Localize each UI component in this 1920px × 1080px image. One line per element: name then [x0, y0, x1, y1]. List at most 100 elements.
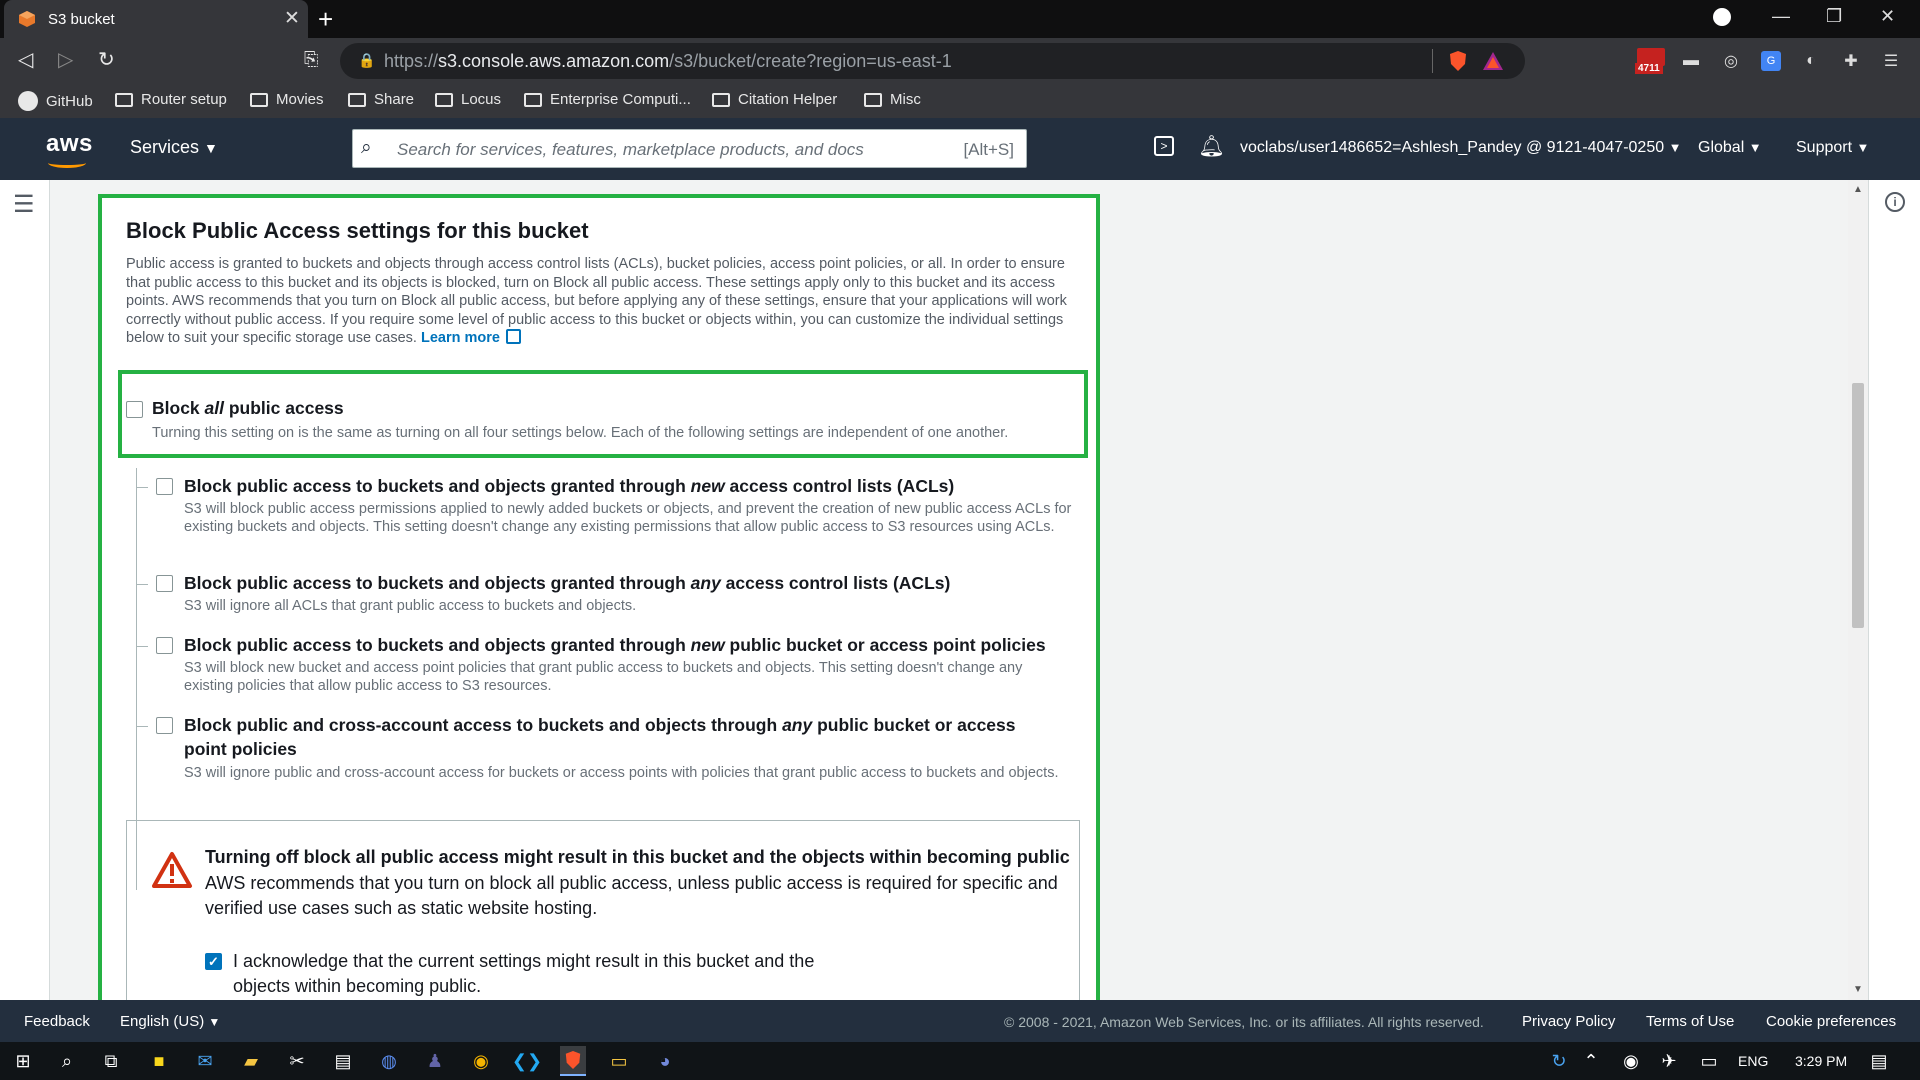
cloudshell-icon[interactable]: > — [1154, 136, 1174, 156]
external-link-icon — [505, 329, 521, 344]
tree-tick — [136, 487, 148, 488]
region-menu[interactable]: Global ▼ — [1698, 139, 1762, 157]
forward-icon[interactable]: ▷ — [58, 47, 73, 72]
tab-title: S3 bucket — [48, 11, 115, 28]
google-translate-icon[interactable]: G — [1758, 48, 1784, 74]
mail-icon[interactable]: ✉ — [192, 1049, 218, 1073]
warning-triangle-icon — [152, 852, 192, 888]
block-new-policies-checkbox[interactable] — [156, 637, 173, 654]
block-all-title: Block all public access — [152, 398, 344, 418]
search-icon[interactable]: ⌕ — [54, 1049, 80, 1073]
aws-footer: Feedback English (US) ▼ © 2008 - 2021, A… — [0, 1000, 1920, 1042]
block-cross-account-description: S3 will ignore public and cross-account … — [184, 765, 1059, 781]
search-icon: ⌕ — [361, 137, 372, 158]
action-center-icon[interactable]: ▤ — [1866, 1049, 1892, 1073]
reload-icon[interactable]: ↻ — [98, 47, 115, 72]
aws-console-nav: aws Services ▼ ⌕ Search for services, fe… — [0, 118, 1920, 180]
clock[interactable]: 3:29 PM — [1795, 1053, 1847, 1069]
sticky-notes-icon[interactable]: ■ — [146, 1049, 172, 1073]
record-tray-icon[interactable]: ◉ — [1618, 1049, 1644, 1073]
bookmark-locus[interactable]: Locus — [435, 91, 501, 108]
privacy-policy-link[interactable]: Privacy Policy — [1522, 1013, 1615, 1030]
bookmark-github[interactable]: GitHub — [18, 91, 93, 111]
notifications-bell-icon[interactable]: 🔔︎ — [1198, 135, 1225, 159]
restore-window-icon[interactable]: ❐ — [1826, 6, 1842, 27]
github-icon — [18, 91, 38, 111]
scrollbar-thumb[interactable] — [1852, 383, 1864, 628]
block-cross-account-checkbox[interactable] — [156, 717, 173, 734]
aws-logo[interactable]: aws — [46, 130, 93, 168]
teams-icon[interactable]: ♟ — [422, 1049, 448, 1073]
bookmark-movies[interactable]: Movies — [250, 91, 324, 108]
battery-icon[interactable]: ▭ — [1696, 1049, 1722, 1073]
network-tray-icon[interactable]: ↻ — [1546, 1049, 1572, 1073]
discord-icon[interactable]: ◕ — [652, 1049, 678, 1073]
scroll-down-icon[interactable]: ▼ — [1853, 984, 1863, 995]
folder-icon — [524, 92, 542, 107]
browser-menu-icon[interactable]: ☰ — [1878, 48, 1904, 74]
services-menu[interactable]: Services ▼ — [130, 137, 218, 158]
block-new-acls-checkbox[interactable] — [156, 478, 173, 495]
vscode-icon[interactable]: ❮❯ — [512, 1049, 542, 1073]
extensions-puzzle-icon[interactable]: ✚ — [1838, 48, 1864, 74]
profile-menu-icon[interactable] — [1713, 8, 1731, 26]
lock-icon: 🔒 — [358, 52, 376, 68]
folder-app-icon[interactable]: ▭ — [606, 1049, 632, 1073]
new-tab-icon[interactable]: + — [318, 4, 333, 35]
search-input[interactable]: ⌕ Search for services, features, marketp… — [352, 129, 1027, 168]
page-scrollbar[interactable]: ▲ ▼ — [1848, 180, 1868, 1000]
block-any-acls-checkbox[interactable] — [156, 575, 173, 592]
hamburger-menu-icon[interactable]: ☰ — [13, 190, 35, 219]
info-icon[interactable]: i — [1885, 192, 1905, 212]
extension-circle-icon[interactable]: ◐ — [1798, 48, 1824, 74]
support-menu[interactable]: Support ▼ — [1796, 139, 1869, 157]
airplane-mode-icon[interactable]: ✈ — [1656, 1049, 1682, 1073]
extension-owl-icon[interactable]: ◎ — [1718, 48, 1744, 74]
address-bar[interactable]: 🔒 https://s3.console.aws.amazon.com/s3/b… — [340, 43, 1525, 79]
block-public-access-card: Block Public Access settings for this bu… — [98, 194, 1100, 1020]
windows-start-icon[interactable]: ⊞ — [10, 1049, 36, 1073]
globe-app-icon[interactable]: ◍ — [376, 1049, 402, 1073]
section-title: Block Public Access settings for this bu… — [126, 218, 589, 243]
language-indicator[interactable]: ENG — [1738, 1053, 1768, 1069]
tree-tick — [136, 584, 148, 585]
bookmark-share[interactable]: Share — [348, 91, 414, 108]
chrome-icon[interactable]: ◉ — [468, 1049, 494, 1073]
task-view-icon[interactable]: ⧉ — [98, 1049, 124, 1073]
main-content: Block Public Access settings for this bu… — [50, 180, 1848, 1020]
feedback-link[interactable]: Feedback — [24, 1013, 90, 1030]
gmail-checker-icon[interactable]: 4711 — [1634, 43, 1668, 77]
scroll-up-icon[interactable]: ▲ — [1853, 184, 1863, 195]
block-all-public-access-option: Block all public access Turning this set… — [118, 370, 1088, 458]
show-hidden-icons[interactable]: ⌃ — [1578, 1049, 1604, 1073]
close-window-icon[interactable]: ✕ — [1880, 6, 1895, 27]
learn-more-link[interactable]: Learn more — [421, 329, 521, 346]
media-app-icon[interactable]: ▤ — [330, 1049, 356, 1073]
bookmark-page-icon[interactable]: ⎘ — [304, 49, 318, 70]
bookmark-router-setup[interactable]: Router setup — [115, 91, 227, 108]
block-all-checkbox[interactable] — [126, 401, 143, 418]
brave-shields-icon[interactable] — [1448, 50, 1468, 72]
terms-of-use-link[interactable]: Terms of Use — [1646, 1013, 1734, 1030]
left-side-rail: ☰ — [0, 180, 50, 1000]
brave-browser-icon[interactable] — [560, 1046, 586, 1076]
extension-terminal-icon[interactable]: ▬ — [1678, 48, 1704, 74]
snip-tool-icon[interactable]: ✂ — [284, 1049, 310, 1073]
minimize-window-icon[interactable]: — — [1772, 6, 1790, 27]
file-explorer-icon[interactable]: ▰ — [238, 1049, 264, 1073]
folder-icon — [864, 92, 882, 107]
account-menu[interactable]: voclabs/user1486652=Ashlesh_Pandey @ 912… — [1240, 139, 1681, 157]
close-tab-icon[interactable]: ✕ — [284, 7, 300, 30]
back-icon[interactable]: ◁ — [18, 47, 33, 72]
bookmark-enterprise-computing[interactable]: Enterprise Computi... — [524, 91, 691, 108]
bookmark-misc[interactable]: Misc — [864, 91, 921, 108]
cookie-preferences-link[interactable]: Cookie preferences — [1766, 1013, 1896, 1030]
block-any-acls-title: Block public access to buckets and objec… — [184, 573, 951, 593]
bookmark-citation-helper[interactable]: Citation Helper — [712, 91, 837, 108]
caret-down-icon: ▼ — [1668, 140, 1682, 155]
language-selector[interactable]: English (US) ▼ — [120, 1013, 220, 1030]
acknowledge-checkbox[interactable]: ✓ — [205, 953, 222, 970]
brave-rewards-icon[interactable] — [1482, 51, 1504, 71]
browser-tab[interactable]: S3 bucket ✕ — [4, 0, 308, 38]
right-side-rail: i — [1868, 180, 1920, 1000]
